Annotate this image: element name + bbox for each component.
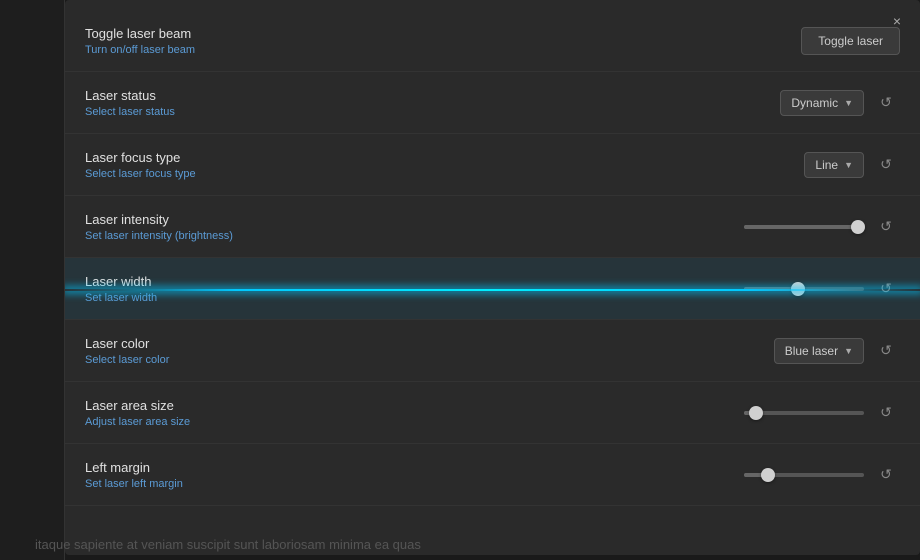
dropdown-laser-focus-type[interactable]: Line▼: [804, 152, 864, 178]
setting-row-left-margin: Left margin Set laser left margin ↺: [65, 444, 920, 506]
slider-track-left-margin[interactable]: [744, 473, 864, 477]
slider-thumb-laser-area-size[interactable]: [749, 406, 763, 420]
slider-track-laser-width[interactable]: [744, 287, 864, 291]
reset-button-laser-focus-type[interactable]: ↺: [872, 151, 900, 179]
setting-desc-laser-area-size: Adjust laser area size: [85, 416, 720, 428]
chevron-down-icon: ▼: [844, 98, 853, 108]
slider-thumb-laser-intensity[interactable]: [851, 220, 865, 234]
setting-title-laser-color: Laser color: [85, 336, 720, 351]
reset-button-laser-area-size[interactable]: ↺: [872, 399, 900, 427]
setting-title-left-margin: Left margin: [85, 460, 720, 475]
setting-title-laser-status: Laser status: [85, 88, 720, 103]
setting-title-laser-area-size: Laser area size: [85, 398, 720, 413]
slider-thumb-laser-width[interactable]: [791, 282, 805, 296]
setting-title-laser-width: Laser width: [85, 274, 720, 289]
setting-desc-laser-width: Set laser width: [85, 292, 720, 304]
setting-row-laser-area-size: Laser area size Adjust laser area size ↺: [65, 382, 920, 444]
toggle-laser-button[interactable]: Toggle laser: [801, 27, 900, 55]
setting-desc-laser-intensity: Set laser intensity (brightness): [85, 230, 720, 242]
setting-desc-laser-focus-type: Select laser focus type: [85, 168, 720, 180]
setting-row-laser-status: Laser status Select laser status Dynamic▼ ↺: [65, 72, 920, 134]
reset-button-laser-intensity[interactable]: ↺: [872, 213, 900, 241]
background-text: itaque sapiente at veniam suscipit sunt …: [0, 529, 920, 560]
chevron-down-icon: ▼: [844, 346, 853, 356]
setting-row-laser-width: Laser width Set laser width ↺: [65, 258, 920, 320]
dropdown-laser-color[interactable]: Blue laser▼: [774, 338, 864, 364]
setting-desc-left-margin: Set laser left margin: [85, 478, 720, 490]
settings-list: Toggle laser beam Turn on/off laser beam T…: [65, 0, 920, 555]
setting-desc-laser-color: Select laser color: [85, 354, 720, 366]
setting-desc-toggle-laser-beam: Turn on/off laser beam: [85, 44, 720, 56]
reset-button-laser-status[interactable]: ↺: [872, 89, 900, 117]
setting-row-toggle-laser-beam: Toggle laser beam Turn on/off laser beam T…: [65, 10, 920, 72]
settings-panel: × Toggle laser beamTurn on/off laser bea…: [65, 0, 920, 555]
reset-button-laser-width[interactable]: ↺: [872, 275, 900, 303]
setting-row-laser-focus-type: Laser focus type Select laser focus type L…: [65, 134, 920, 196]
reset-button-laser-color[interactable]: ↺: [872, 337, 900, 365]
slider-track-laser-intensity[interactable]: [744, 225, 864, 229]
reset-button-left-margin[interactable]: ↺: [872, 461, 900, 489]
chevron-down-icon: ▼: [844, 160, 853, 170]
sidebar: [0, 0, 65, 560]
setting-title-laser-focus-type: Laser focus type: [85, 150, 720, 165]
setting-desc-laser-status: Select laser status: [85, 106, 720, 118]
slider-thumb-left-margin[interactable]: [761, 468, 775, 482]
setting-row-laser-intensity: Laser intensity Set laser intensity (brig…: [65, 196, 920, 258]
dropdown-laser-status[interactable]: Dynamic▼: [780, 90, 864, 116]
setting-title-laser-intensity: Laser intensity: [85, 212, 720, 227]
slider-track-laser-area-size[interactable]: [744, 411, 864, 415]
setting-title-toggle-laser-beam: Toggle laser beam: [85, 26, 720, 41]
setting-row-laser-color: Laser color Select laser color Blue laser▼…: [65, 320, 920, 382]
